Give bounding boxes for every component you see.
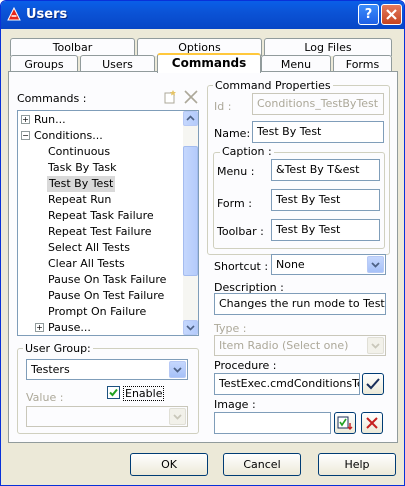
shortcut-select[interactable]: None	[271, 254, 386, 275]
caption-title: Caption :	[220, 145, 274, 158]
procedure-field[interactable]: TestExec.cmdConditionsTes	[214, 373, 360, 395]
description-field[interactable]: Changes the run mode to Test By	[214, 293, 386, 315]
command-properties-title: Command Properties	[213, 79, 333, 92]
chevron-down-icon	[173, 367, 182, 373]
tab-menu[interactable]: Menu	[261, 55, 331, 72]
delete-command-button[interactable]	[182, 88, 200, 106]
close-button[interactable]	[381, 4, 402, 25]
id-label: Id :	[214, 100, 232, 113]
cancel-button[interactable]: Cancel	[223, 453, 301, 476]
tab-panel: Commands : + Run... − Conditions... Contin…	[8, 71, 398, 443]
apply-procedure-button[interactable]	[362, 373, 384, 395]
new-item-icon	[164, 90, 176, 104]
title-bar[interactable]: Users ?	[1, 1, 404, 29]
tree-item[interactable]: Pause On Test Failure	[48, 288, 164, 304]
tree-scrollbar[interactable]	[183, 111, 198, 335]
menu-caption-field[interactable]: &Test By T&est	[271, 159, 380, 181]
tab-log-files[interactable]: Log Files	[264, 38, 392, 56]
help-button[interactable]: Help	[318, 453, 396, 476]
app-logo-icon	[7, 6, 21, 21]
users-dialog: Users ? Toolbar Options Log Files Groups…	[0, 0, 405, 486]
image-field[interactable]	[214, 412, 331, 434]
image-label: Image :	[214, 398, 256, 411]
tree-item[interactable]: Clear All Tests	[48, 256, 125, 272]
clear-image-button[interactable]	[361, 412, 383, 434]
check-icon	[109, 388, 118, 397]
tree-item[interactable]: Repeat Run	[48, 192, 111, 208]
tree-item-run[interactable]: + Run...	[21, 112, 66, 128]
toolbar-label: Toolbar :	[217, 225, 264, 238]
tree-item-pause[interactable]: + Pause...	[35, 320, 91, 335]
delete-icon	[184, 90, 198, 104]
expand-icon[interactable]: +	[21, 115, 30, 124]
chevron-down-icon	[173, 414, 182, 420]
tree-item[interactable]: Continuous	[48, 144, 110, 160]
procedure-label: Procedure :	[214, 359, 277, 372]
delete-icon	[366, 417, 378, 429]
name-label: Name:	[214, 127, 251, 140]
enable-label[interactable]: Enable	[123, 386, 165, 401]
tab-toolbar[interactable]: Toolbar	[10, 38, 135, 56]
enable-checkbox[interactable]	[107, 386, 120, 399]
tab-commands[interactable]: Commands	[157, 53, 261, 73]
commands-tree[interactable]: + Run... − Conditions... Continuous Task B…	[17, 110, 199, 336]
scroll-up-button[interactable]	[183, 111, 198, 126]
chevron-down-icon	[186, 325, 195, 331]
ok-button[interactable]: OK	[130, 453, 208, 476]
tree-item-selected[interactable]: Test By Test	[47, 176, 116, 192]
user-group-title: User Group:	[23, 342, 93, 355]
tab-forms[interactable]: Forms	[333, 55, 392, 72]
toolbar-caption-field[interactable]: Test By Test	[271, 219, 380, 241]
tree-item[interactable]: Repeat Test Failure	[48, 224, 152, 240]
name-field[interactable]: Test By Test	[252, 121, 384, 143]
tree-item[interactable]: Prompt On Failure	[48, 304, 146, 320]
expand-icon[interactable]: +	[35, 323, 44, 332]
user-group-select[interactable]: Testers	[26, 359, 188, 380]
tree-item[interactable]: Pause On Task Failure	[48, 272, 166, 288]
menu-label: Menu :	[217, 165, 255, 178]
form-caption-field[interactable]: Test By Test	[271, 189, 380, 211]
type-label: Type :	[214, 322, 247, 335]
help-title-button[interactable]: ?	[358, 4, 379, 25]
window-title: Users	[26, 7, 68, 22]
tree-item-conditions[interactable]: − Conditions...	[21, 128, 103, 144]
tab-users[interactable]: Users	[80, 55, 155, 72]
collapse-icon[interactable]: −	[21, 131, 30, 140]
dropdown-button	[367, 337, 384, 354]
tab-groups[interactable]: Groups	[10, 55, 78, 72]
new-command-button[interactable]	[161, 88, 179, 106]
browse-image-button[interactable]	[334, 412, 356, 434]
tree-item[interactable]: Select All Tests	[48, 240, 130, 256]
tree-item[interactable]: Repeat Task Failure	[48, 208, 154, 224]
dropdown-button[interactable]	[169, 361, 186, 378]
id-field: Conditions_TestByTest	[252, 93, 384, 115]
value-select	[26, 406, 188, 427]
shortcut-label: Shortcut :	[214, 260, 269, 273]
chevron-up-icon	[186, 115, 195, 121]
value-label: Value :	[26, 391, 64, 404]
scroll-down-button[interactable]	[183, 320, 198, 335]
close-icon	[386, 9, 397, 20]
dropdown-button[interactable]	[367, 256, 384, 273]
commands-label: Commands :	[17, 92, 87, 105]
image-picker-icon	[337, 416, 353, 430]
scroll-thumb[interactable]	[183, 146, 198, 276]
form-label: Form :	[217, 197, 252, 210]
chevron-down-icon	[371, 262, 380, 268]
tree-item[interactable]: Task By Task	[48, 160, 117, 176]
chevron-down-icon	[371, 343, 380, 349]
checkmark-icon	[366, 378, 380, 390]
dropdown-button	[169, 408, 186, 425]
type-select: Item Radio (Select one)	[214, 335, 386, 356]
